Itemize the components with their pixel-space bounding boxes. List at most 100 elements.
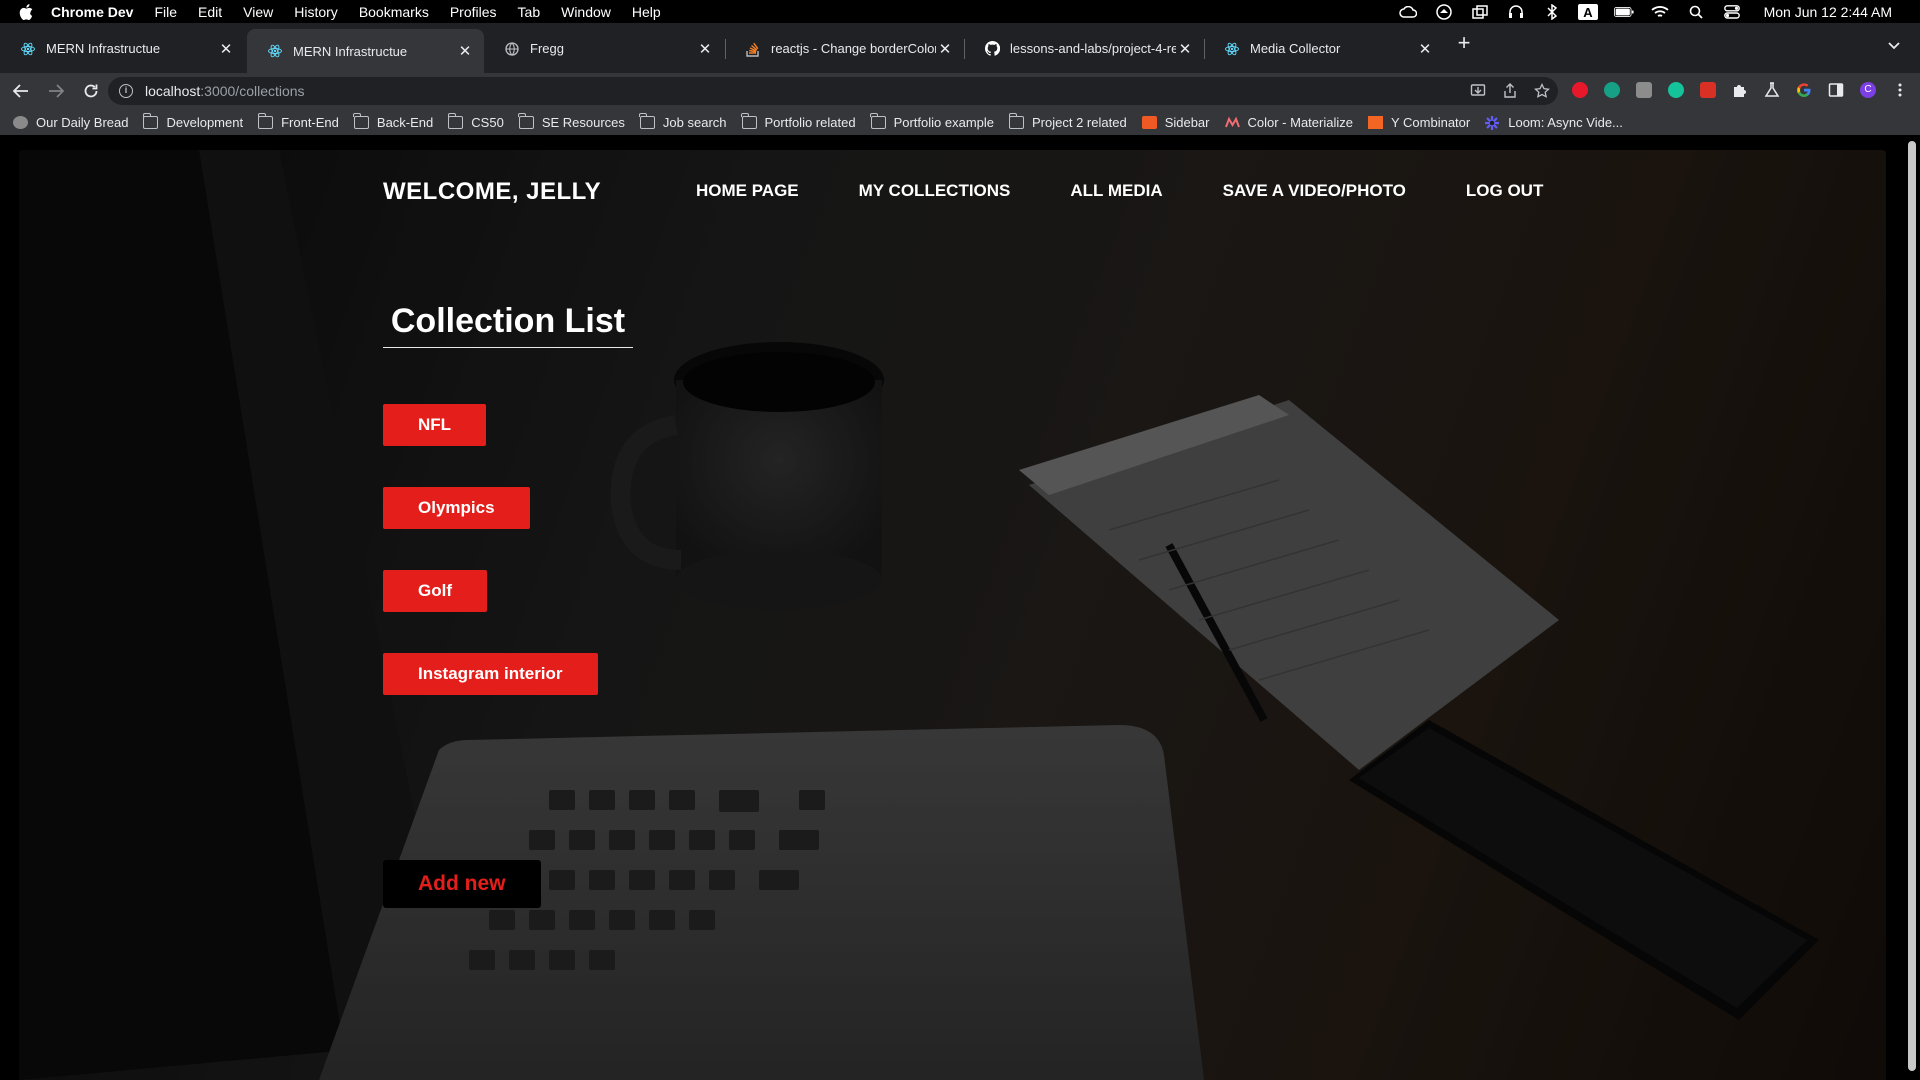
input-source-icon[interactable]: A xyxy=(1577,3,1598,20)
install-app-icon[interactable] xyxy=(1470,83,1486,99)
forward-arrow-icon[interactable] xyxy=(47,82,65,100)
folder-icon xyxy=(870,112,886,129)
tab-1[interactable]: MERN Infrastructue ✕ xyxy=(0,33,245,64)
backup-icon[interactable] xyxy=(1434,3,1454,20)
close-icon[interactable]: ✕ xyxy=(1416,40,1434,58)
app-page: WELCOME, JELLY HOME PAGE MY COLLECTIONS … xyxy=(19,150,1886,1080)
creative-cloud-icon[interactable] xyxy=(1398,4,1418,20)
bookmark-folder-front-end[interactable]: Front-End xyxy=(257,112,339,130)
bookmark-folder-job-search[interactable]: Job search xyxy=(639,112,727,130)
bookmark-label: Color - Materialize xyxy=(1247,114,1353,130)
tab-3[interactable]: Fregg ✕ xyxy=(484,33,724,64)
nav-links: HOME PAGE MY COLLECTIONS ALL MEDIA SAVE … xyxy=(696,181,1543,201)
wifi-icon[interactable] xyxy=(1650,4,1670,20)
url-path: :3000/collections xyxy=(200,83,305,99)
collection-button-nfl[interactable]: NFL xyxy=(383,404,487,446)
ext-a-icon[interactable] xyxy=(1604,82,1620,98)
menu-help[interactable]: Help xyxy=(632,4,661,20)
bookmark-label: Front-End xyxy=(281,114,339,130)
apple-logo-icon[interactable] xyxy=(19,3,37,20)
menu-profiles[interactable]: Profiles xyxy=(450,4,497,20)
tab-title: lessons-and-labs/project-4-re xyxy=(1010,41,1176,56)
tab-title: reactjs - Change borderColor in xyxy=(771,41,936,56)
headphones-icon[interactable] xyxy=(1506,4,1526,20)
tab-6[interactable]: Media Collector ✕ xyxy=(1204,33,1444,64)
battery-icon[interactable] xyxy=(1613,4,1634,20)
google-icon[interactable] xyxy=(1796,82,1812,98)
tab-4[interactable]: reactjs - Change borderColor in ✕ xyxy=(725,33,964,64)
close-icon[interactable]: ✕ xyxy=(696,40,714,58)
extensions-area: C xyxy=(1556,82,1908,98)
site-info-icon[interactable]: i xyxy=(119,84,133,98)
bookmark-y-combinator[interactable]: Y Combinator xyxy=(1367,115,1470,130)
collection-button-olympics[interactable]: Olympics xyxy=(383,487,530,529)
menubar-clock[interactable]: Mon Jun 12 2:44 AM xyxy=(1764,4,1892,20)
reload-icon[interactable] xyxy=(82,82,100,100)
grammarly-icon[interactable] xyxy=(1668,82,1684,98)
menu-tab[interactable]: Tab xyxy=(518,4,541,20)
flask-icon[interactable] xyxy=(1764,82,1780,98)
tab-search-chevron-icon[interactable] xyxy=(1888,37,1900,53)
close-icon[interactable]: ✕ xyxy=(217,40,235,58)
folder-icon xyxy=(257,112,274,129)
folder-icon xyxy=(639,112,655,129)
bookmark-star-icon[interactable] xyxy=(1533,82,1551,99)
back-arrow-icon[interactable] xyxy=(12,82,30,100)
puzzle-extensions-icon[interactable] xyxy=(1732,82,1748,98)
bookmark-label: Portfolio related xyxy=(764,114,856,130)
app-menu[interactable]: Chrome Dev xyxy=(51,4,133,20)
bookmark-folder-project-2-related[interactable]: Project 2 related xyxy=(1008,112,1127,130)
bluetooth-icon[interactable] xyxy=(1542,3,1562,20)
sidebar-s-icon xyxy=(1141,115,1157,129)
profile-avatar[interactable]: C xyxy=(1860,82,1876,98)
bookmark-label: Development xyxy=(166,114,244,130)
page-title: Collection List xyxy=(383,302,633,348)
nav-log-out[interactable]: LOG OUT xyxy=(1466,181,1543,201)
ext-red-icon[interactable] xyxy=(1572,82,1588,98)
menu-view[interactable]: View xyxy=(243,4,273,20)
collection-button-golf[interactable]: Golf xyxy=(383,570,487,612)
ext-image-icon[interactable] xyxy=(1700,82,1716,98)
bookmark-sidebar[interactable]: Sidebar xyxy=(1141,115,1210,130)
menu-file[interactable]: File xyxy=(154,4,177,20)
bookmark-folder-development[interactable]: Development xyxy=(142,112,244,130)
bookmark-label: Back-End xyxy=(376,114,434,130)
tab-5[interactable]: lessons-and-labs/project-4-re ✕ xyxy=(964,33,1204,64)
bookmark-folder-portfolio-example[interactable]: Portfolio example xyxy=(870,112,994,130)
bookmark-folder-back-end[interactable]: Back-End xyxy=(353,112,434,130)
ycombinator-icon xyxy=(1367,115,1383,129)
tab-2-active[interactable]: MERN Infrastructue ✕ xyxy=(247,29,484,73)
menu-history[interactable]: History xyxy=(294,4,338,20)
nav-home-page[interactable]: HOME PAGE xyxy=(696,181,799,201)
bookmark-folder-portfolio-related[interactable]: Portfolio related xyxy=(741,112,856,130)
nav-all-media[interactable]: ALL MEDIA xyxy=(1070,181,1162,201)
address-bar[interactable]: i localhost:3000/collections xyxy=(108,77,1558,105)
window-stack-icon[interactable] xyxy=(1470,4,1490,20)
share-icon[interactable] xyxy=(1502,83,1518,99)
new-tab-button[interactable]: + xyxy=(1452,32,1476,56)
ext-k-icon[interactable] xyxy=(1636,82,1652,98)
react-icon xyxy=(1224,41,1240,57)
bookmark-color-materialize[interactable]: Color - Materialize xyxy=(1224,114,1353,130)
kebab-menu-icon[interactable] xyxy=(1892,82,1908,98)
folder-icon xyxy=(142,112,159,129)
bookmark-our-daily-bread[interactable]: Our Daily Bread xyxy=(13,115,128,130)
collection-button-instagram-interior[interactable]: Instagram interior xyxy=(383,653,598,695)
bookmark-folder-se-resources[interactable]: SE Resources xyxy=(518,112,625,130)
bookmark-folder-cs50[interactable]: CS50 xyxy=(447,112,504,130)
add-new-button[interactable]: Add new xyxy=(383,860,541,908)
side-panel-icon[interactable] xyxy=(1828,82,1844,98)
close-icon[interactable]: ✕ xyxy=(1176,40,1194,58)
spotlight-search-icon[interactable] xyxy=(1686,4,1706,20)
github-icon xyxy=(984,41,1000,57)
bookmark-loom[interactable]: Loom: Async Vide... xyxy=(1485,115,1623,130)
page-scrollbar[interactable] xyxy=(1908,141,1916,1071)
menu-edit[interactable]: Edit xyxy=(198,4,222,20)
control-center-icon[interactable] xyxy=(1722,4,1742,20)
close-icon[interactable]: ✕ xyxy=(456,42,474,60)
nav-my-collections[interactable]: MY COLLECTIONS xyxy=(859,181,1011,201)
nav-save-video-photo[interactable]: SAVE A VIDEO/PHOTO xyxy=(1223,181,1406,201)
close-icon[interactable]: ✕ xyxy=(936,40,954,58)
menu-window[interactable]: Window xyxy=(561,4,611,20)
menu-bookmarks[interactable]: Bookmarks xyxy=(359,4,429,20)
